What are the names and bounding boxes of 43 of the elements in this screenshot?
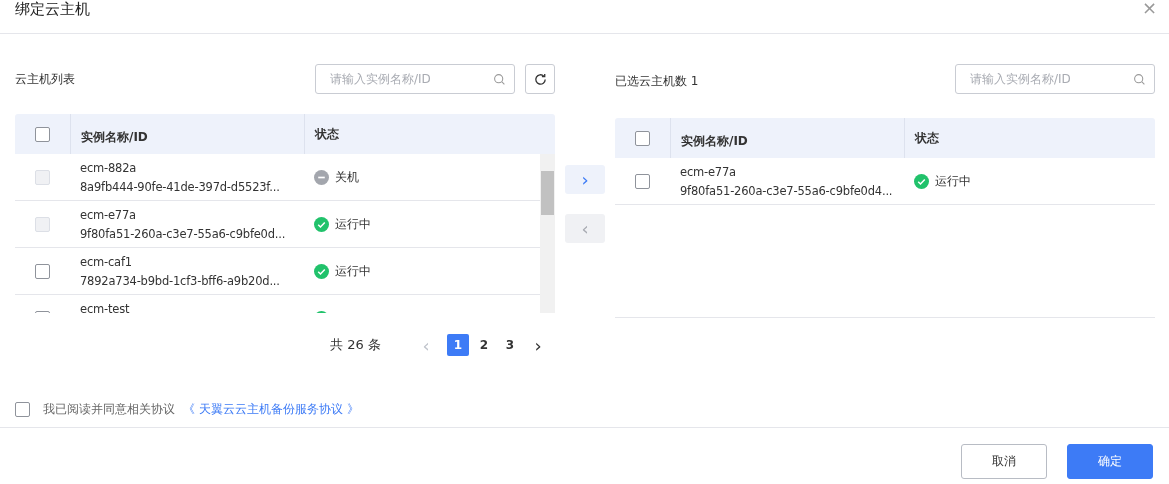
scrollbar[interactable] (540, 154, 555, 313)
checkbox[interactable] (635, 173, 650, 189)
refresh-button[interactable] (525, 64, 555, 94)
checkbox[interactable] (35, 126, 50, 142)
instance-id: 9f80fa51-260a-c3e7-55a6-c9bfe0d... (80, 226, 287, 242)
status-text: 运行中 (335, 262, 371, 280)
dialog-title: 绑定云主机 (15, 0, 90, 19)
panel-label: 已选云主机数 1 (615, 73, 699, 90)
status-text: 运行中 (335, 215, 371, 233)
instance-name: ecm-e77a (680, 164, 737, 180)
confirm-button[interactable]: 确定 (1067, 444, 1153, 479)
checkbox[interactable] (15, 401, 30, 417)
search-field[interactable]: 请输入实例名称/ID (955, 64, 1155, 94)
instance-id: 9f80fa51-260a-c3e7-55a6-c9bfe0d4... (680, 183, 894, 199)
search-icon (1133, 73, 1146, 86)
search-field[interactable]: 请输入实例名称/ID (315, 64, 515, 94)
search-icon (493, 73, 506, 86)
page-button[interactable]: 3 (499, 334, 521, 356)
refresh-icon (532, 71, 548, 87)
column-header: 实例名称/ID (670, 118, 904, 158)
status-text: 运行中 (935, 172, 971, 190)
cancel-button[interactable]: 取消 (961, 444, 1047, 479)
page-button[interactable]: 1 (447, 334, 469, 356)
status-text: 关机 (335, 168, 359, 186)
column-header: 状态 (904, 118, 1155, 158)
page-button[interactable]: 2 (473, 334, 495, 356)
panel-label: 云主机列表 (15, 70, 75, 88)
close-button[interactable]: × (1141, 0, 1157, 18)
instance-name: ecm-882a (80, 160, 138, 176)
column-header: 实例名称/ID (70, 114, 304, 154)
next-page-button[interactable]: › (527, 334, 549, 356)
agreement-link[interactable]: 《 天翼云云主机备份服务协议 》 (183, 400, 359, 418)
transfer-button[interactable]: › (565, 165, 605, 194)
total-count: 共 26 条 (330, 336, 381, 354)
instance-name: ecm-e77a (80, 207, 137, 223)
instance-name: ecm-test (80, 301, 131, 313)
instance-id: 7892a734-b9bd-1cf3-bff6-a9b20d... (80, 273, 281, 289)
checkbox[interactable] (35, 263, 50, 279)
checkbox[interactable] (635, 130, 650, 146)
scrollbar-thumb[interactable] (541, 171, 554, 215)
instance-name: ecm-caf1 (80, 254, 133, 270)
agreement-text: 我已阅读并同意相关协议 (43, 400, 175, 418)
instance-id: 8a9fb444-90fe-41de-397d-d5523f... (80, 179, 281, 195)
